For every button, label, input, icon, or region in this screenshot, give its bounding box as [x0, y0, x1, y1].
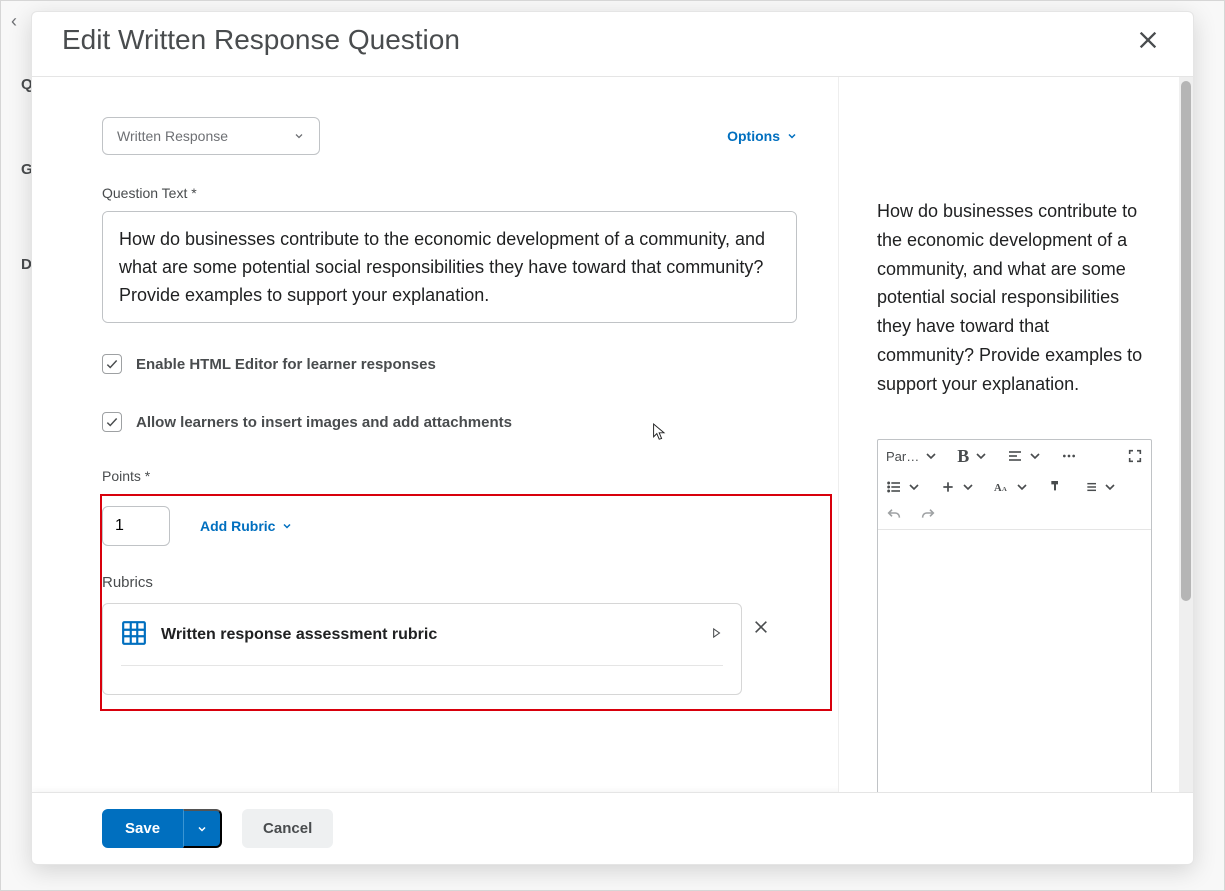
chevron-down-icon	[786, 130, 798, 142]
fullscreen-icon	[1127, 448, 1143, 464]
rubric-expand-toggle[interactable]	[709, 626, 723, 643]
ellipsis-icon	[1061, 448, 1077, 464]
page-root: ‹ Q G D Edit Written Response Question W…	[0, 0, 1225, 891]
rubric-title: Written response assessment rubric	[161, 626, 437, 644]
enable-html-label: Enable HTML Editor for learner responses	[136, 356, 436, 373]
toolbar-redo[interactable]	[920, 507, 936, 523]
cancel-button[interactable]: Cancel	[242, 809, 333, 848]
toolbar-undo[interactable]	[886, 507, 902, 523]
question-text-input[interactable]	[102, 211, 797, 323]
svg-text:A: A	[1002, 486, 1007, 493]
edit-question-modal: Edit Written Response Question Written R…	[31, 11, 1194, 865]
list-icon	[886, 479, 902, 495]
toolbar-format-paint[interactable]	[1048, 479, 1064, 495]
checkmark-icon	[105, 357, 119, 371]
toolbar-bold[interactable]: B	[957, 446, 989, 467]
modal-footer: Save Cancel	[32, 792, 1193, 864]
close-icon	[753, 619, 769, 635]
toolbar-fullscreen[interactable]	[1127, 448, 1143, 464]
svg-text:A: A	[994, 483, 1002, 494]
rubric-grid-icon	[121, 620, 147, 649]
chevron-down-icon	[923, 448, 939, 464]
toolbar-line-height[interactable]	[1082, 479, 1118, 495]
modal-backdrop: Edit Written Response Question Written R…	[1, 1, 1224, 890]
toolbar-more[interactable]	[1061, 448, 1077, 464]
preview-pane: How do businesses contribute to the econ…	[838, 77, 1193, 792]
close-icon	[1137, 29, 1159, 51]
modal-header: Edit Written Response Question	[32, 12, 1193, 77]
chevron-down-icon	[906, 479, 922, 495]
points-section: Points * Add Rubric Rubrics	[102, 468, 798, 711]
rubric-remove-button[interactable]	[747, 618, 775, 639]
close-button[interactable]	[1133, 25, 1163, 55]
chevron-down-icon	[293, 130, 305, 142]
font-size-icon: AA	[994, 479, 1010, 495]
toolbar-fontsize[interactable]: AA	[994, 479, 1030, 495]
scrollbar-thumb[interactable]	[1181, 81, 1191, 601]
preview-answer-editor[interactable]: Par… B	[877, 439, 1152, 792]
save-dropdown-toggle[interactable]	[183, 809, 222, 848]
preview-scrollbar[interactable]	[1179, 77, 1193, 792]
editor-pane: Written Response Options Question Text *	[32, 77, 838, 792]
type-and-options-row: Written Response Options	[102, 117, 798, 155]
chevron-down-icon	[196, 823, 208, 835]
enable-html-row: Enable HTML Editor for learner responses	[102, 354, 798, 374]
redo-icon	[920, 507, 936, 523]
question-type-value: Written Response	[117, 128, 228, 144]
plus-icon	[940, 479, 956, 495]
triangle-right-icon	[709, 626, 723, 640]
undo-icon	[886, 507, 902, 523]
toolbar-list[interactable]	[886, 479, 922, 495]
options-label: Options	[727, 128, 780, 144]
format-paint-icon	[1048, 479, 1064, 495]
toolbar-paragraph-label: Par…	[886, 449, 919, 464]
toolbar-align[interactable]	[1007, 448, 1043, 464]
bold-icon: B	[957, 446, 969, 467]
enable-html-checkbox[interactable]	[102, 354, 122, 374]
preview-toolbar: Par… B	[878, 440, 1151, 530]
allow-attachments-row: Allow learners to insert images and add …	[102, 412, 798, 432]
line-height-icon	[1082, 479, 1098, 495]
toolbar-insert[interactable]	[940, 479, 976, 495]
rubric-card[interactable]: Written response assessment rubric	[102, 603, 742, 695]
chevron-down-icon	[281, 520, 293, 532]
toolbar-paragraph-select[interactable]: Par…	[886, 448, 939, 464]
chevron-down-icon	[1027, 448, 1043, 464]
rubrics-heading: Rubrics	[102, 574, 810, 591]
chevron-down-icon	[973, 448, 989, 464]
points-row: Add Rubric	[102, 506, 810, 546]
question-text-label: Question Text *	[102, 185, 798, 201]
allow-attachments-checkbox[interactable]	[102, 412, 122, 432]
save-button[interactable]: Save	[102, 809, 183, 848]
modal-title: Edit Written Response Question	[62, 24, 460, 56]
add-rubric-label: Add Rubric	[200, 518, 275, 534]
chevron-down-icon	[1014, 479, 1030, 495]
checkmark-icon	[105, 415, 119, 429]
align-left-icon	[1007, 448, 1023, 464]
save-button-group: Save	[102, 809, 222, 848]
chevron-down-icon	[960, 479, 976, 495]
question-type-select[interactable]: Written Response	[102, 117, 320, 155]
points-input[interactable]	[102, 506, 170, 546]
chevron-down-icon	[1102, 479, 1118, 495]
allow-attachments-label: Allow learners to insert images and add …	[136, 414, 512, 431]
points-label: Points *	[102, 468, 798, 484]
points-rubric-highlight: Add Rubric Rubrics	[100, 494, 832, 711]
preview-question-text: How do businesses contribute to the econ…	[839, 77, 1169, 419]
modal-body: Written Response Options Question Text *	[32, 77, 1193, 792]
add-rubric-dropdown[interactable]: Add Rubric	[200, 518, 293, 534]
options-dropdown[interactable]: Options	[727, 128, 798, 144]
